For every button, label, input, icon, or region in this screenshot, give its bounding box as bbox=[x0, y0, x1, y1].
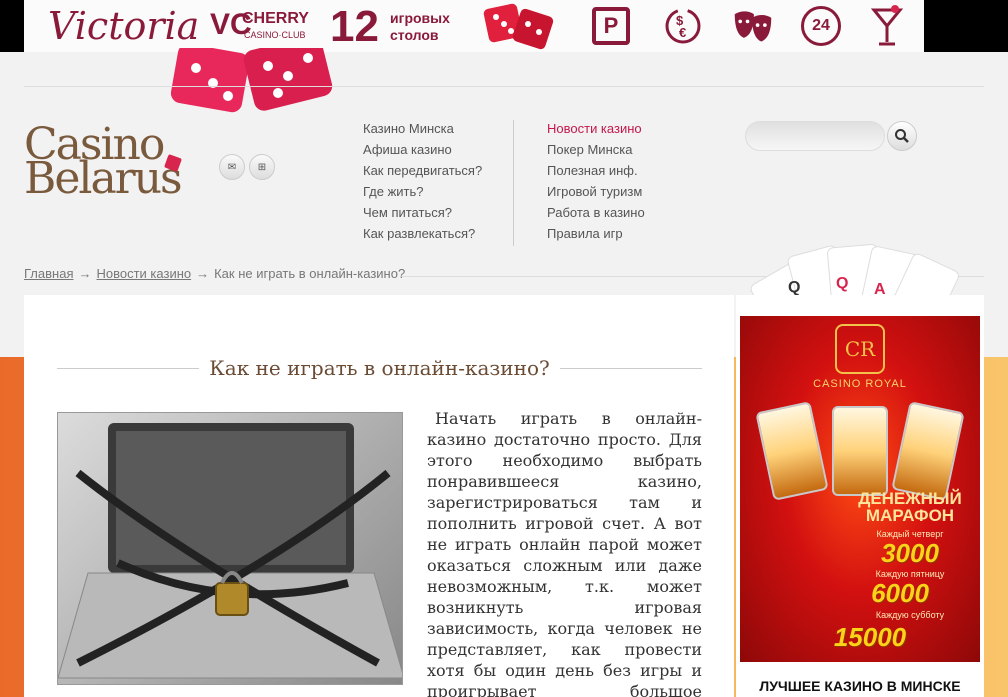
banner-tables-label-2: столов bbox=[390, 27, 439, 43]
casino-crest-icon: CR bbox=[835, 324, 885, 374]
chained-laptop-image bbox=[58, 423, 402, 679]
header-divider bbox=[24, 86, 984, 87]
ad-amount-15000: 15000 bbox=[833, 622, 907, 652]
theatre-masks-icon bbox=[732, 5, 774, 47]
nav-item-entertainment[interactable]: Как развлекаться? bbox=[363, 223, 482, 244]
breadcrumb-separator: → bbox=[196, 266, 210, 281]
ad-amount-3000: 3000 bbox=[881, 538, 939, 568]
article-title-row: Как не играть в онлайн-казино? bbox=[57, 353, 703, 383]
parking-icon: P bbox=[590, 5, 632, 47]
page-title: Как не играть в онлайн-казино? bbox=[209, 356, 550, 380]
site-logo[interactable]: Casino Belarus bbox=[24, 123, 183, 204]
search-icon bbox=[895, 129, 909, 143]
nav-separator bbox=[513, 120, 514, 246]
breadcrumb-home[interactable]: Главная bbox=[24, 266, 73, 281]
slot-reel-icon bbox=[755, 401, 829, 501]
banner-cherry-label: CHERRY bbox=[242, 10, 309, 27]
currency-exchange-icon: $ € bbox=[662, 5, 704, 47]
nav-item-food[interactable]: Чем питаться? bbox=[363, 202, 482, 223]
banner-brand: Victoria bbox=[48, 4, 200, 48]
slot-reel-icon bbox=[832, 406, 888, 496]
nav-item-afisha[interactable]: Афиша казино bbox=[363, 139, 482, 160]
article-image bbox=[57, 412, 403, 685]
nav-item-jobs[interactable]: Работа в казино bbox=[547, 202, 645, 223]
sidebar: CR CASINO ROYAL ДЕНЕЖНЫЙ МАРАФОН Каждый … bbox=[736, 295, 984, 697]
dice-icon bbox=[483, 3, 554, 50]
ad-marathon-title: ДЕНЕЖНЫЙ МАРАФОН bbox=[840, 490, 980, 524]
ad-event-saturday: Каждую субботу bbox=[875, 610, 945, 620]
breadcrumb-separator: → bbox=[78, 266, 92, 281]
slot-reel-icon bbox=[891, 401, 965, 501]
nav-item-useful-info[interactable]: Полезная инф. bbox=[547, 160, 645, 181]
svg-text:Q: Q bbox=[836, 275, 848, 292]
breadcrumb: Главная → Новости казино → Как не играть в о… bbox=[24, 266, 405, 281]
title-rule-left bbox=[57, 367, 200, 369]
svg-text:Q: Q bbox=[788, 279, 800, 296]
logo-line-2: Belarus bbox=[24, 153, 183, 204]
ad-amount-6000: 6000 bbox=[871, 578, 929, 608]
article-body: Начать играть в онлайн-казино достаточно… bbox=[427, 409, 702, 697]
nav-item-poker[interactable]: Покер Минска bbox=[547, 139, 645, 160]
nav-item-news[interactable]: Новости казино bbox=[547, 118, 645, 139]
sidebar-title: ЛУЧШЕЕ КАЗИНО В МИНСКЕ bbox=[759, 678, 961, 694]
nav-item-rules[interactable]: Правила игр bbox=[547, 223, 645, 244]
nav-item-accommodation[interactable]: Где жить? bbox=[363, 181, 482, 202]
ad-marathon-line-2: МАРАФОН bbox=[865, 506, 955, 525]
banner-club-label: CASINO·CLUB bbox=[244, 30, 306, 40]
top-banner-ad[interactable]: Victoria VC CHERRY CASINO·CLUB 12 игровы… bbox=[24, 0, 924, 52]
24h-glyph: 24 bbox=[801, 6, 841, 46]
banner-tables-label: игровых столов bbox=[390, 10, 450, 44]
24h-icon: 24 bbox=[800, 5, 842, 47]
nav-item-transport[interactable]: Как передвигаться? bbox=[363, 160, 482, 181]
banner-tables-label-1: игровых bbox=[390, 10, 450, 26]
banner-tables-count: 12 bbox=[330, 2, 379, 51]
title-rule-right bbox=[559, 367, 703, 369]
search-button[interactable] bbox=[887, 121, 917, 151]
decorative-dice-icon bbox=[170, 48, 333, 113]
nav-item-casinos-minsk[interactable]: Казино Минска bbox=[363, 118, 482, 139]
main-nav-column-1: Казино Минска Афиша казино Как передвига… bbox=[363, 118, 482, 244]
cocktail-icon bbox=[866, 5, 908, 47]
nav-item-gaming-tourism[interactable]: Игровой туризм bbox=[547, 181, 645, 202]
article-panel: Как не играть в онлайн-казино? Начать иг… bbox=[24, 295, 734, 697]
search-input[interactable] bbox=[745, 121, 885, 151]
ad-marathon-line-1: ДЕНЕЖНЫЙ bbox=[858, 489, 962, 508]
casino-royal-ad[interactable]: CR CASINO ROYAL ДЕНЕЖНЫЙ МАРАФОН Каждый … bbox=[740, 316, 980, 662]
ad-casino-name: CASINO ROYAL bbox=[813, 378, 907, 390]
breadcrumb-section[interactable]: Новости казино bbox=[96, 266, 191, 281]
breadcrumb-current: Как не играть в онлайн-казино? bbox=[214, 266, 406, 281]
mail-icon[interactable]: ✉ bbox=[219, 154, 245, 180]
parking-glyph: P bbox=[592, 7, 630, 45]
svg-text:€: € bbox=[679, 25, 686, 40]
main-nav-column-2: Новости казино Покер Минска Полезная инф… bbox=[547, 118, 645, 244]
sitemap-icon[interactable]: ⊞ bbox=[249, 154, 275, 180]
